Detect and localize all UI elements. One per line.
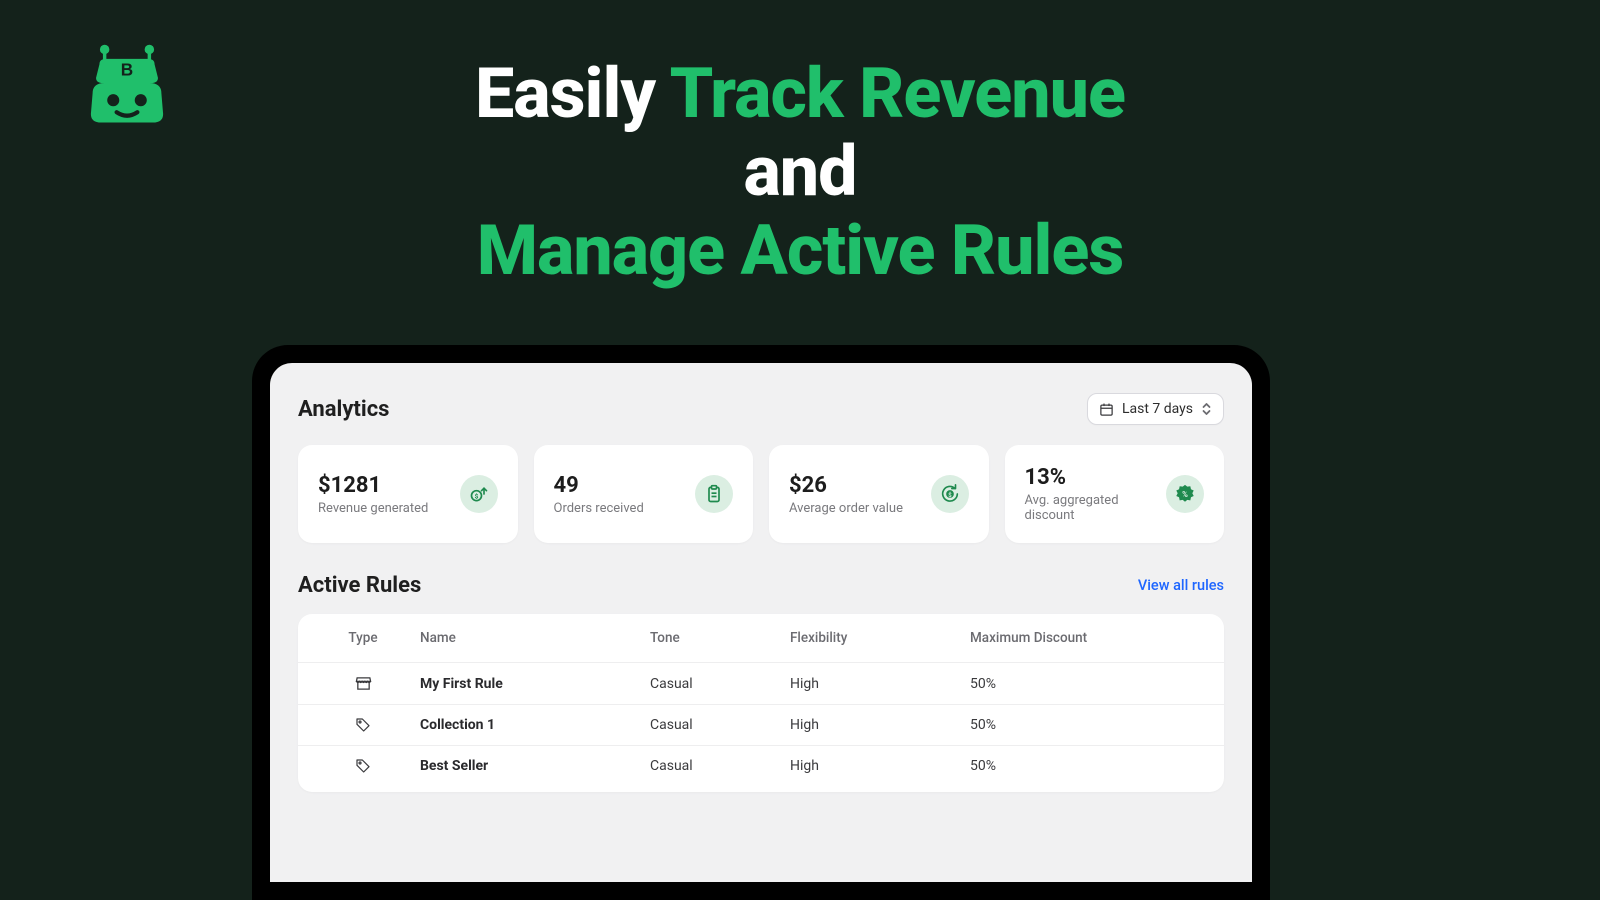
table-row[interactable]: My First Rule Casual High 50%: [298, 662, 1224, 704]
rule-tone: Casual: [650, 676, 790, 692]
logo: B: [84, 40, 170, 130]
date-range-picker[interactable]: Last 7 days: [1087, 393, 1224, 425]
stat-card-discount: 13% Avg. aggregated discount %: [1005, 445, 1225, 543]
rules-title: Active Rules: [298, 573, 421, 598]
rule-tone: Casual: [650, 717, 790, 733]
headline-part-3: and: [0, 133, 1600, 211]
app-screen: Analytics Last 7 days $1281: [270, 363, 1252, 882]
refresh-dollar-icon: $: [931, 475, 969, 513]
headline-part-2: Track Revenue: [670, 53, 1125, 135]
stat-label: Orders received: [554, 501, 644, 516]
svg-text:$: $: [948, 492, 952, 499]
store-icon: [330, 675, 420, 692]
stat-label: Avg. aggregated discount: [1025, 493, 1167, 523]
clipboard-icon: [695, 475, 733, 513]
rule-name: Best Seller: [420, 758, 650, 774]
stat-value: $26: [789, 473, 903, 498]
tag-icon: [330, 717, 420, 733]
hero-headline: Easily Track Revenue and Manage Active R…: [0, 0, 1600, 290]
col-flexibility: Flexibility: [790, 630, 970, 646]
col-name: Name: [420, 630, 650, 646]
rules-table: Type Name Tone Flexibility Maximum Disco…: [298, 614, 1224, 792]
svg-text:$: $: [474, 493, 478, 501]
stat-value: 49: [554, 473, 644, 498]
stat-value: $1281: [318, 473, 428, 498]
rule-tone: Casual: [650, 758, 790, 774]
tag-icon: [330, 758, 420, 774]
stat-value: 13%: [1025, 465, 1167, 490]
tablet-frame: Analytics Last 7 days $1281: [252, 345, 1270, 900]
rule-max-discount: 50%: [970, 676, 1192, 692]
money-trend-icon: $: [460, 475, 498, 513]
headline-part-1: Easily: [475, 53, 670, 135]
svg-text:%: %: [1182, 490, 1188, 499]
col-tone: Tone: [650, 630, 790, 646]
rule-flexibility: High: [790, 676, 970, 692]
analytics-title: Analytics: [298, 397, 389, 422]
headline-part-4: Manage Active Rules: [0, 212, 1600, 290]
stat-card-orders: 49 Orders received: [534, 445, 754, 543]
sort-icon: [1201, 402, 1212, 416]
view-all-rules-link[interactable]: View all rules: [1138, 577, 1224, 594]
rule-max-discount: 50%: [970, 717, 1192, 733]
col-max-discount: Maximum Discount: [970, 630, 1192, 646]
rule-max-discount: 50%: [970, 758, 1192, 774]
stat-card-revenue: $1281 Revenue generated $: [298, 445, 518, 543]
rule-name: Collection 1: [420, 717, 650, 733]
stat-label: Revenue generated: [318, 501, 428, 516]
rule-flexibility: High: [790, 758, 970, 774]
calendar-icon: [1099, 402, 1114, 417]
date-range-label: Last 7 days: [1122, 401, 1193, 417]
stat-card-aov: $26 Average order value $: [769, 445, 989, 543]
discount-badge-icon: %: [1166, 475, 1204, 513]
table-row[interactable]: Best Seller Casual High 50%: [298, 745, 1224, 786]
svg-text:B: B: [121, 59, 133, 79]
stats-row: $1281 Revenue generated $ 49 Orders rece…: [298, 445, 1224, 543]
table-row[interactable]: Collection 1 Casual High 50%: [298, 704, 1224, 745]
table-header: Type Name Tone Flexibility Maximum Disco…: [298, 614, 1224, 662]
stat-label: Average order value: [789, 501, 903, 516]
col-type: Type: [330, 630, 420, 646]
rule-name: My First Rule: [420, 676, 650, 692]
rule-flexibility: High: [790, 717, 970, 733]
